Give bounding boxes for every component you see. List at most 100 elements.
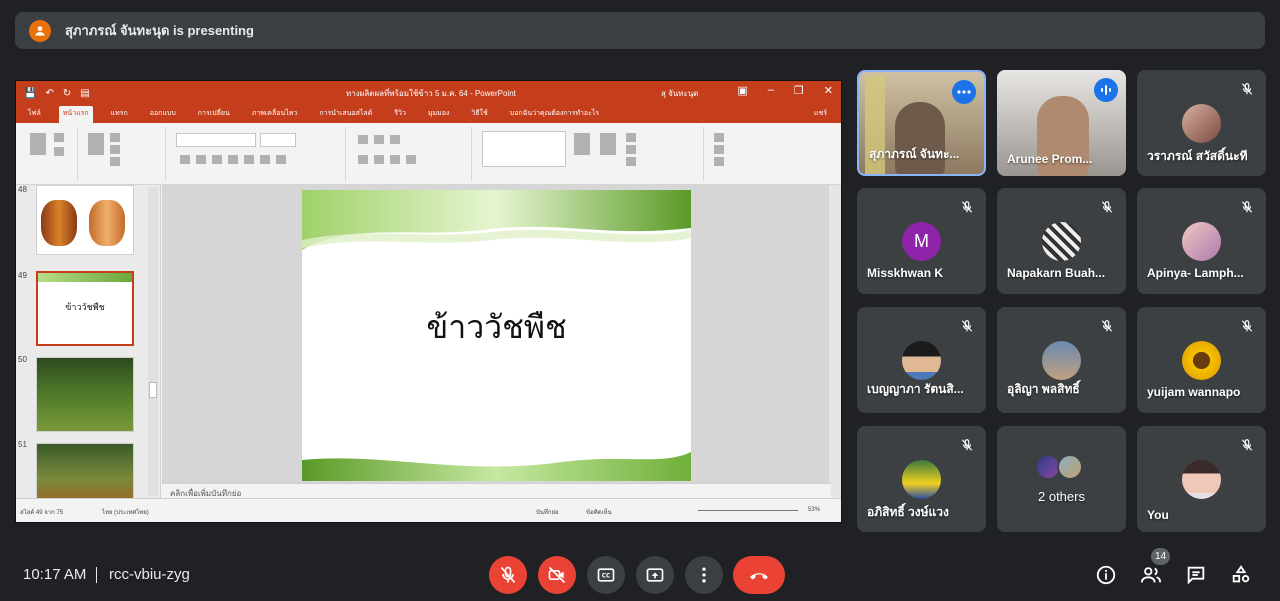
captions-button[interactable]: CC <box>587 556 625 594</box>
camera-off-icon <box>548 566 566 584</box>
participant-name: เบญญาภา รัตนสิ... <box>867 382 964 396</box>
camera-toggle-button[interactable] <box>538 556 576 594</box>
ppt-share: แชร์ <box>813 110 827 117</box>
participant-tile[interactable]: Arunee Prom... <box>997 70 1126 176</box>
mic-off-icon <box>961 320 973 332</box>
participant-name: Napakarn Buah... <box>1007 266 1106 280</box>
ribbon-group-clipboard <box>20 127 78 181</box>
status-zoom: 53% <box>808 507 821 513</box>
ppt-ribbon-tabs: ไฟล์ หน้าแรก แทรก ออกแบบ การเปลี่ยน ภาพเ… <box>16 105 841 123</box>
ribbon-group-paragraph <box>350 127 472 181</box>
participant-name: อุลิญา พลสิทธิ์ <box>1007 382 1080 396</box>
ppt-document-title: ทางผลิตผลที่พร้อมใช้ข้าว 5 ม.ค. 64 - Pow… <box>346 89 516 98</box>
meeting-details-button[interactable] <box>1094 563 1118 587</box>
slide-thumbnail-48 <box>36 185 134 255</box>
clock: 10:17 AM <box>23 566 87 583</box>
ppt-status-bar: สไลด์ 49 จาก 75 ไทย (ประเทศไทย) บันทึกย่… <box>16 498 841 522</box>
chat-button[interactable] <box>1184 563 1208 587</box>
meet-window: สุภาภรณ์ จันทะนุด is presenting 💾 ↶ ↻ ▤ … <box>0 0 1280 601</box>
participant-name: Apinya- Lamph... <box>1147 266 1244 280</box>
thumb-number: 48 <box>18 185 27 194</box>
status-comments: ข้อคิดเห็น <box>586 510 612 516</box>
status-language: ไทย (ประเทศไทย) <box>102 510 149 516</box>
present-screen-icon <box>646 568 664 582</box>
ppt-tab-transitions: การเปลี่ยน <box>197 110 230 117</box>
slide-thumbnail-51 <box>36 443 134 503</box>
status-notes: บันทึกย่อ <box>536 510 559 516</box>
microphone-toggle-button[interactable] <box>489 556 527 594</box>
participant-avatar <box>1042 341 1081 380</box>
participant-tile[interactable]: เบญญาภา รัตนสิ... <box>857 307 986 413</box>
ribbon-display-icon: ▣ <box>737 85 748 97</box>
ppt-tab-design: ออกแบบ <box>149 110 176 117</box>
presenting-banner: สุภาภรณ์ จันทะนุด is presenting <box>15 12 1265 49</box>
thumb-number: 50 <box>18 355 27 364</box>
participant-tile-self[interactable]: You <box>1137 426 1266 532</box>
activities-button[interactable] <box>1229 563 1253 587</box>
info-icon <box>1096 565 1116 585</box>
ppt-tab-view: มุมมอง <box>427 110 450 117</box>
participant-avatar <box>1182 460 1221 499</box>
ppt-tab-slideshow: การนำเสนอสไลด์ <box>319 110 373 117</box>
more-options-button[interactable] <box>685 556 723 594</box>
people-button[interactable] <box>1139 563 1163 587</box>
present-icon: ▤ <box>80 87 90 99</box>
participant-avatar <box>902 460 941 499</box>
svg-text:CC: CC <box>602 574 611 580</box>
more-options-icon[interactable] <box>952 80 976 104</box>
captions-icon: CC <box>597 568 615 582</box>
participant-name: You <box>1147 508 1169 522</box>
slide-thumbnail-50 <box>36 357 134 432</box>
ppt-title-bar: 💾 ↶ ↻ ▤ ทางผลิตผลที่พร้อมใช้ข้าว 5 ม.ค. … <box>16 81 841 105</box>
slide-thumbnails: 48 49 ข้าววัชพืช 50 51 <box>16 185 161 503</box>
participant-avatar <box>1182 222 1221 261</box>
participant-name: อภิสิทธิ์ วงษ์แวง <box>867 505 949 519</box>
ppt-user-name: สุ จันทะนุด <box>661 89 699 98</box>
slide-editor: ข้าววัชพืช <box>162 185 831 483</box>
participant-avatar <box>1042 222 1081 261</box>
person-icon <box>35 25 45 36</box>
slide-scrollbar <box>829 185 841 498</box>
ppt-ribbon <box>16 123 841 185</box>
ribbon-group-drawing <box>476 127 704 181</box>
close-icon: ✕ <box>823 85 833 97</box>
participant-tile[interactable]: Apinya- Lamph... <box>1137 188 1266 294</box>
participant-name: Misskhwan K <box>867 266 944 280</box>
participant-tile[interactable]: yuijam wannapo <box>1137 307 1266 413</box>
mic-off-icon <box>1241 201 1253 213</box>
hang-up-icon <box>750 573 768 580</box>
others-count: 2 others <box>1038 489 1085 504</box>
mic-off-icon <box>1241 439 1253 451</box>
presenter-avatar <box>29 19 51 42</box>
mic-off-icon <box>1101 320 1113 332</box>
mic-off-icon <box>1101 201 1113 213</box>
leave-call-button[interactable] <box>733 556 785 594</box>
presenting-text: สุภาภรณ์ จันทะนุด is presenting <box>65 23 254 38</box>
slide-title: ข้าววัชพืช <box>426 308 567 346</box>
ppt-tell-me: บอกฉันว่าคุณต้องการทำอะไร <box>509 110 600 117</box>
redo-icon: ↻ <box>62 87 72 99</box>
participant-tile-others[interactable]: 2 others <box>997 426 1126 532</box>
participant-tile[interactable]: M Misskhwan K <box>857 188 986 294</box>
ribbon-group-editing <box>708 127 768 181</box>
more-vert-icon <box>702 567 706 583</box>
divider <box>96 567 97 583</box>
participant-avatar <box>1057 454 1083 480</box>
participant-avatar: M <box>902 222 941 261</box>
participant-avatar <box>1182 104 1221 143</box>
people-count-badge: 14 <box>1151 548 1170 565</box>
participant-tile[interactable]: อุลิญา พลสิทธิ์ <box>997 307 1126 413</box>
mic-off-icon <box>1241 320 1253 332</box>
ppt-tab-home: หน้าแรก <box>58 106 93 123</box>
participant-tile[interactable]: วราภรณ์ สวัสดิ์นะที <box>1137 70 1266 176</box>
participant-name: yuijam wannapo <box>1147 385 1241 399</box>
present-now-button[interactable] <box>636 556 674 594</box>
participant-tile[interactable]: Napakarn Buah... <box>997 188 1126 294</box>
ribbon-group-font <box>170 127 346 181</box>
meeting-code: rcc-vbiu-zyg <box>109 566 190 583</box>
speaking-icon <box>1094 78 1118 102</box>
minimize-icon: – <box>767 84 774 96</box>
maximize-icon: ❐ <box>793 85 804 97</box>
participant-tile[interactable]: สุภาภรณ์ จันทะ... <box>857 70 986 176</box>
participant-tile[interactable]: อภิสิทธิ์ วงษ์แวง <box>857 426 986 532</box>
